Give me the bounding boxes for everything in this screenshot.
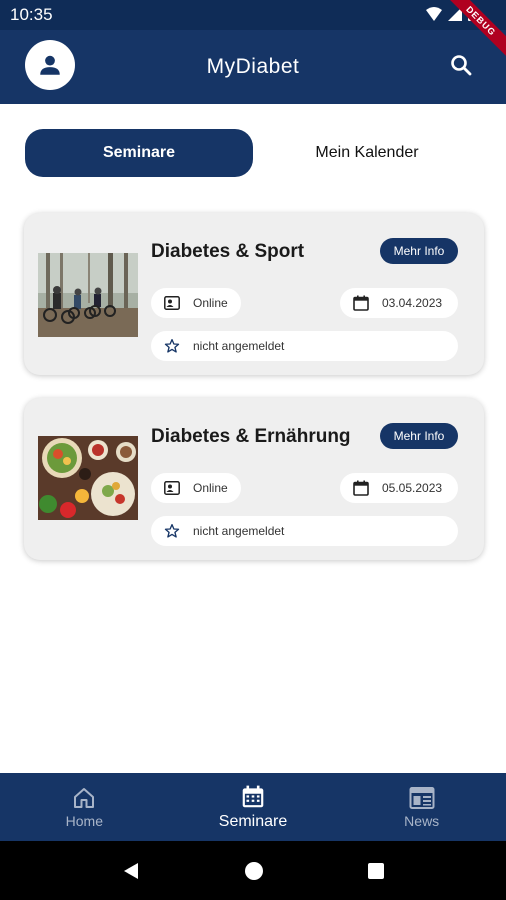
seminar-status: nicht angemeldet <box>193 524 285 538</box>
contact-card-icon <box>163 294 181 312</box>
nav-item-seminare[interactable]: Seminare <box>169 773 338 841</box>
nav-label-home: Home <box>65 812 104 829</box>
seminar-card[interactable]: Diabetes & Ernährung Mehr Info Online 05… <box>24 398 484 560</box>
calendar-icon <box>242 785 264 807</box>
more-info-button[interactable]: Mehr Info <box>380 238 458 264</box>
nav-item-home[interactable]: Home <box>0 773 169 841</box>
debug-ribbon: DEBUG <box>436 0 506 70</box>
system-navigation-bar <box>0 841 506 900</box>
seminar-status-pill: nicht angemeldet <box>151 516 458 546</box>
star-icon <box>163 522 181 540</box>
seminar-status-pill: nicht angemeldet <box>151 331 458 361</box>
seminar-date-pill: 05.05.2023 <box>340 473 458 503</box>
back-icon[interactable] <box>121 861 141 881</box>
home-icon <box>74 787 95 808</box>
calendar-icon <box>352 479 370 497</box>
tab-mein-kalender[interactable]: Mein Kalender <box>253 129 481 177</box>
seminar-status: nicht angemeldet <box>193 339 285 353</box>
seminar-date-pill: 03.04.2023 <box>340 288 458 318</box>
seminar-image-food <box>38 436 138 520</box>
status-bar: 10:35 <box>0 0 506 30</box>
app-bar: MyDiabet <box>0 30 506 104</box>
star-icon <box>163 337 181 355</box>
tab-bar: Seminare Mein Kalender <box>25 129 481 177</box>
seminar-card[interactable]: Diabetes & Sport Mehr Info Online 03.04.… <box>24 213 484 375</box>
app-title: MyDiabet <box>206 55 300 78</box>
seminar-mode: Online <box>193 481 228 495</box>
seminar-date: 03.04.2023 <box>382 296 443 310</box>
person-icon <box>40 55 60 75</box>
avatar-button[interactable] <box>25 40 75 90</box>
recents-icon[interactable] <box>367 862 385 880</box>
seminar-mode-pill: Online <box>151 288 241 318</box>
seminar-mode-pill: Online <box>151 473 241 503</box>
seminar-title: Diabetes & Ernährung <box>151 426 351 447</box>
news-icon <box>409 786 435 809</box>
nav-item-news[interactable]: News <box>337 773 506 841</box>
contact-card-icon <box>163 479 181 497</box>
more-info-button[interactable]: Mehr Info <box>380 423 458 449</box>
status-time: 10:35 <box>10 5 53 24</box>
nav-label-seminare: Seminare <box>218 812 288 830</box>
nav-label-news: News <box>404 812 440 829</box>
home-circle-icon[interactable] <box>244 861 264 881</box>
debug-label: DEBUG <box>437 0 506 65</box>
bottom-navigation: Home Seminare News <box>0 773 506 841</box>
seminar-image-cyclists <box>38 253 138 337</box>
seminar-mode: Online <box>193 296 228 310</box>
seminar-title: Diabetes & Sport <box>151 241 305 262</box>
seminar-date: 05.05.2023 <box>382 481 443 495</box>
tab-seminare[interactable]: Seminare <box>25 129 253 177</box>
calendar-icon <box>352 294 370 312</box>
